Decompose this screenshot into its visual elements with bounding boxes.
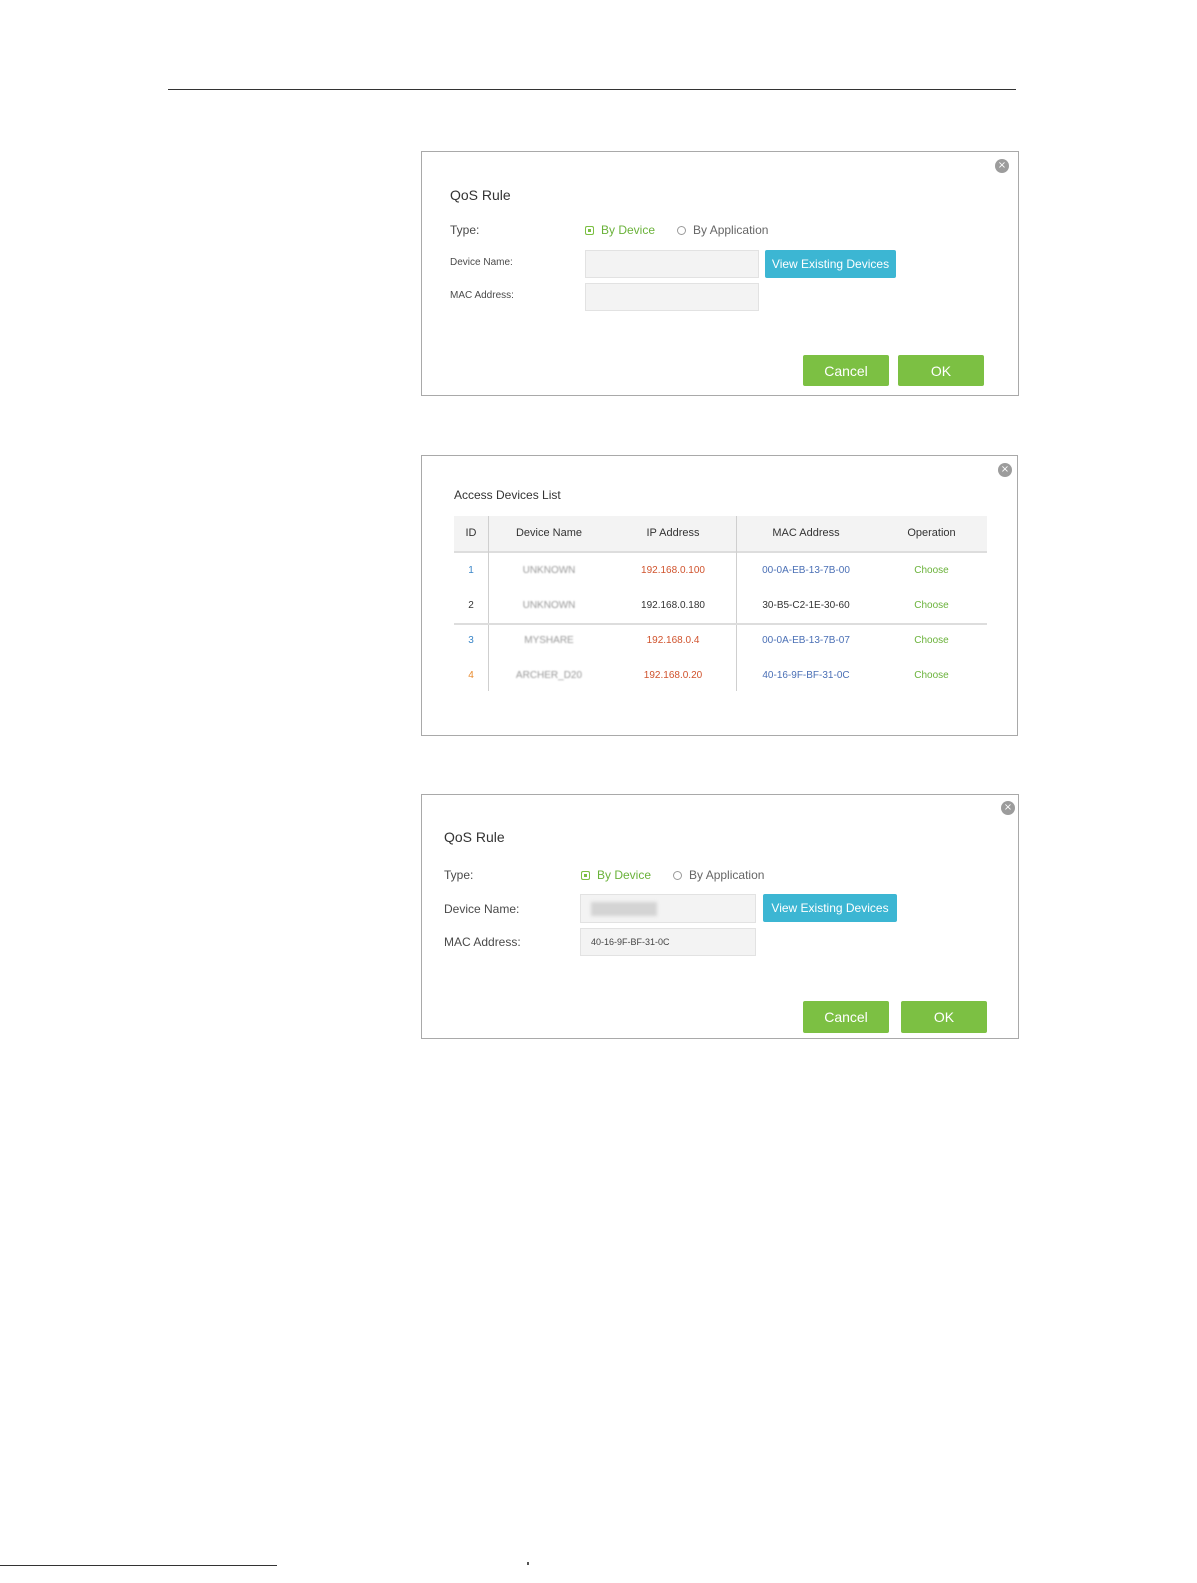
type-label: Type: [450,223,480,237]
table-row: 1 UNKNOWN 192.168.0.100 00-0A-EB-13-7B-0… [454,553,987,588]
column-header-id: ID [465,527,477,539]
choose-link[interactable]: Choose [876,588,987,623]
row-device-name: MYSHARE [524,635,574,646]
row-mac-address: 00-0A-EB-13-7B-07 [762,635,850,646]
table-row: 4 ARCHER_D20 192.168.0.20 40-16-9F-BF-31… [454,658,987,693]
row-id: 4 [468,670,474,681]
row-ip-address: 192.168.0.180 [641,600,705,611]
view-existing-devices-button[interactable]: View Existing Devices [763,894,897,922]
row-id: 3 [468,635,474,646]
close-icon[interactable]: × [998,463,1012,477]
row-id: 1 [468,565,474,576]
by-device-radio[interactable] [585,225,594,235]
row-device-name: UNKNOWN [522,565,576,576]
ok-button[interactable]: OK [901,1001,987,1033]
ok-button[interactable]: OK [898,355,984,386]
mac-address-label: MAC Address: [444,935,521,949]
devices-table: ID Device Name IP Address MAC Address Op… [454,516,987,693]
by-application-label[interactable]: By Application [689,868,764,882]
table-row: 2 UNKNOWN 192.168.0.180 30-B5-C2-1E-30-6… [454,588,987,623]
access-devices-list-dialog: × Access Devices List ID Device Name IP … [421,455,1018,736]
dialog-title: QoS Rule [444,829,505,845]
row-id: 2 [468,600,474,611]
device-name-input[interactable] [585,250,759,278]
close-icon[interactable]: × [1001,801,1015,815]
cancel-button[interactable]: Cancel [803,1001,889,1033]
device-name-input[interactable] [580,894,756,923]
table-header: ID Device Name IP Address MAC Address Op… [454,516,987,553]
close-icon[interactable]: × [995,159,1009,173]
row-ip-address: 192.168.0.20 [643,670,703,681]
column-header-operation: Operation [907,527,956,539]
row-mac-address: 40-16-9F-BF-31-0C [762,670,850,681]
footnote-rule [0,1565,277,1566]
by-device-label[interactable]: By Device [601,223,655,237]
row-device-name: UNKNOWN [522,600,576,611]
column-header-device-name: Device Name [515,527,583,539]
type-radio-group: By Device By Application [581,868,786,882]
mac-address-input[interactable]: 40-16-9F-BF-31-0C [580,928,756,956]
row-device-name: ARCHER_D20 [515,670,583,681]
row-ip-address: 192.168.0.100 [641,565,705,576]
by-application-radio[interactable] [673,870,683,880]
row-mac-address: 30-B5-C2-1E-30-60 [762,600,850,611]
by-application-radio[interactable] [677,225,687,235]
page-mark [527,1562,529,1565]
dialog-title: QoS Rule [450,187,511,203]
row-mac-address: 00-0A-EB-13-7B-00 [762,565,850,576]
qos-rule-dialog-empty: × QoS Rule Type: By Device By Applicatio… [421,151,1019,396]
device-name-label: Device Name: [444,902,520,916]
by-application-label[interactable]: By Application [693,223,768,237]
mac-address-input[interactable] [585,283,759,311]
redacted-device-name [591,901,657,916]
column-header-ip-address: IP Address [646,527,700,539]
column-header-mac-address: MAC Address [772,527,840,539]
type-radio-group: By Device By Application [585,223,790,237]
mac-address-label: MAC Address: [450,290,514,301]
dialog-title: Access Devices List [454,488,561,502]
table-row: 3 MYSHARE 192.168.0.4 00-0A-EB-13-7B-07 … [454,623,987,658]
type-label: Type: [444,868,474,882]
qos-rule-dialog-filled: × QoS Rule Type: By Device By Applicatio… [421,794,1019,1039]
device-name-label: Device Name: [450,257,513,268]
by-device-radio[interactable] [581,870,590,880]
cancel-button[interactable]: Cancel [803,355,889,386]
table-body: 1 UNKNOWN 192.168.0.100 00-0A-EB-13-7B-0… [454,553,987,693]
choose-link[interactable]: Choose [876,553,987,588]
choose-link[interactable]: Choose [876,623,987,658]
by-device-label[interactable]: By Device [597,868,651,882]
choose-link[interactable]: Choose [876,658,987,693]
row-ip-address: 192.168.0.4 [646,635,700,646]
view-existing-devices-button[interactable]: View Existing Devices [765,250,896,278]
top-rule [168,89,1016,90]
